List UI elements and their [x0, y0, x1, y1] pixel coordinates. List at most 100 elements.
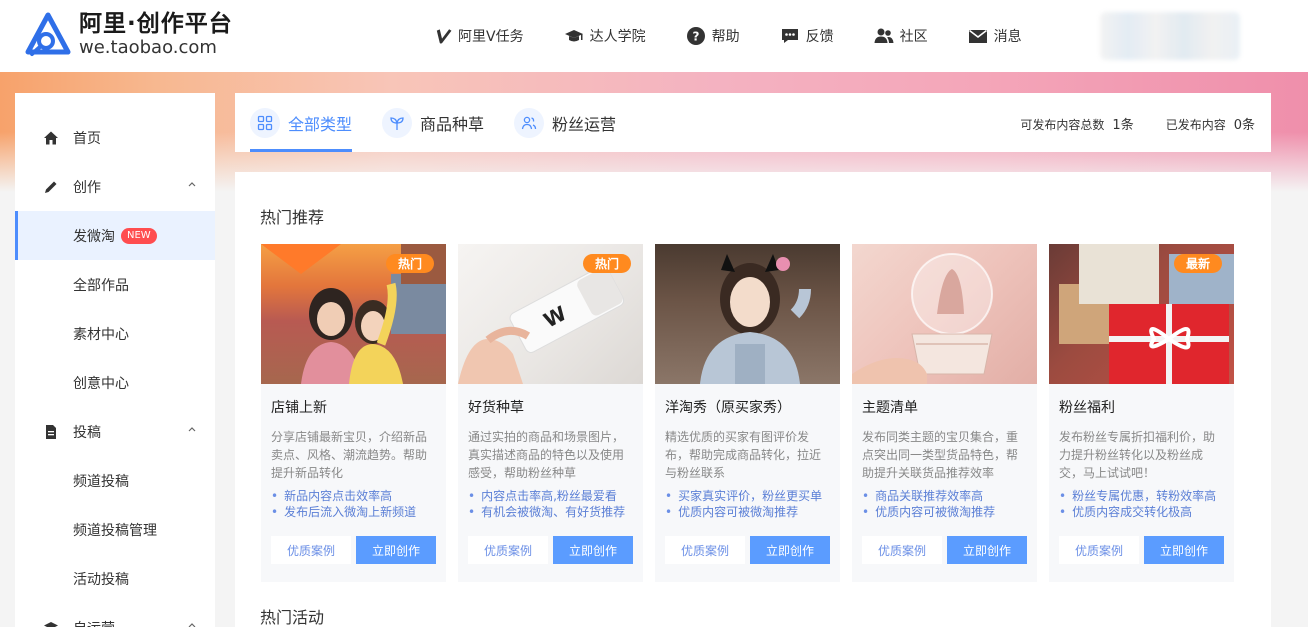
chevron-up-icon: [188, 182, 196, 187]
logo-title: 阿里·创作平台: [79, 11, 233, 38]
nav-messages[interactable]: 消息: [968, 26, 1022, 46]
card-image-good-seeding: W 热门: [458, 244, 643, 384]
template-card-good-seeding[interactable]: W 热门 好货种草 通过实拍的商品和场景图片，真实描述商品的特色以及使用感受，帮…: [458, 244, 643, 582]
card-description: 精选优质的买家有图评价发布，帮助完成商品转化，拉近与粉丝联系: [665, 430, 822, 480]
sidebar-item-submit[interactable]: 投稿: [15, 407, 215, 456]
card-feature-list: 内容点击率高,粉丝最爱看 有机会被微淘、有好货推荐: [468, 488, 643, 520]
nav-community[interactable]: 社区: [874, 26, 928, 46]
card-description: 分享店铺最新宝贝，介绍新品卖点、风格、潮流趋势。帮助提升新品转化: [271, 430, 428, 480]
v-icon: [436, 29, 452, 44]
nav-v-task[interactable]: 阿里V任务: [432, 26, 524, 46]
logo[interactable]: 阿里·创作平台 we.taobao.com: [25, 12, 233, 58]
template-card-shop-new[interactable]: 热门 店铺上新 分享店铺最新宝贝，介绍新品卖点、风格、潮流趋势。帮助提升新品转化…: [261, 244, 446, 582]
tab-label: 全部类型: [288, 114, 353, 134]
sidebar-item-material-center[interactable]: 素材中心: [15, 309, 215, 358]
quality-case-button[interactable]: 优质案例: [1059, 536, 1139, 564]
create-now-button[interactable]: 立即创作: [553, 536, 633, 564]
create-now-button[interactable]: 立即创作: [750, 536, 830, 564]
tab-product-seeding[interactable]: 商品种草: [382, 93, 484, 152]
sprout-icon: [382, 107, 412, 138]
sidebar-item-self-operation[interactable]: 自运营: [15, 603, 215, 627]
document-icon: [43, 424, 59, 440]
sidebar-item-creative-center[interactable]: 创意中心: [15, 358, 215, 407]
sidebar-item-label: 创作: [73, 179, 101, 196]
nav-feedback[interactable]: 反馈: [780, 26, 834, 46]
sidebar-item-channel-submit[interactable]: 频道投稿: [15, 456, 215, 505]
tab-label: 商品种草: [420, 114, 485, 134]
home-icon: [43, 130, 59, 146]
sidebar-item-label: 全部作品: [73, 277, 129, 294]
template-card-buyer-show[interactable]: 洋淘秀（原买家秀） 精选优质的买家有图评价发布，帮助完成商品转化，拉近与粉丝联系…: [655, 244, 840, 582]
nav-label: 消息: [993, 29, 1022, 45]
sidebar-item-post-weitao[interactable]: 发微淘 NEW: [15, 211, 215, 260]
template-card-theme-list[interactable]: 主题清单 发布同类主题的宝贝集合，重点突出同一类型货品特色，帮助提升关联货品推荐…: [852, 244, 1037, 582]
template-card-fan-welfare[interactable]: 最新 粉丝福利 发布粉丝专属折扣福利价，助力提升粉丝转化以及粉丝成交，马上试试吧…: [1049, 244, 1234, 582]
top-nav: 阿里V任务 达人学院 ? 帮助 反馈 社区 消息: [432, 0, 1062, 72]
nav-label: 社区: [899, 29, 928, 45]
quality-case-button[interactable]: 优质案例: [271, 536, 351, 564]
card-feature: 新品内容点击效率高: [271, 488, 446, 504]
card-description: 发布同类主题的宝贝集合，重点突出同一类型货品特色，帮助提升关联货品推荐效率: [862, 430, 1019, 480]
card-feature: 有机会被微淘、有好货推荐: [468, 504, 643, 520]
tab-all-types[interactable]: 全部类型: [250, 93, 352, 152]
tab-label: 粉丝运营: [552, 114, 617, 134]
card-feature: 发布后流入微淘上新频道: [271, 504, 446, 520]
card-feature: 优质内容成交转化极高: [1059, 504, 1234, 520]
help-icon: ?: [686, 27, 705, 45]
card-feature: 买家真实评价，粉丝更买单: [665, 488, 840, 504]
sidebar-item-label: 投稿: [73, 424, 101, 441]
nav-help[interactable]: ? 帮助: [686, 26, 740, 46]
svg-text:?: ?: [692, 30, 699, 44]
sidebar: 首页 创作 发微淘 NEW 全部作品 素材中心 创意中心 投稿 频道投稿 频道投…: [15, 93, 215, 627]
card-title: 粉丝福利: [1059, 400, 1115, 416]
stat-published-label: 已发布内容: [1165, 118, 1226, 132]
sidebar-item-label: 首页: [73, 130, 101, 147]
card-description: 通过实拍的商品和场景图片，真实描述商品的特色以及使用感受，帮助粉丝种草: [468, 430, 625, 480]
quality-case-button[interactable]: 优质案例: [468, 536, 548, 564]
sidebar-item-label: 活动投稿: [73, 571, 129, 588]
mail-icon: [968, 29, 987, 43]
pen-icon: [43, 179, 59, 195]
card-photo: [852, 253, 993, 384]
nav-label: 帮助: [711, 29, 740, 45]
card-feature: 优质内容可被微淘推荐: [665, 504, 840, 520]
user-avatar[interactable]: [1100, 12, 1240, 60]
sidebar-item-home[interactable]: 首页: [15, 113, 215, 162]
quality-case-button[interactable]: 优质案例: [665, 536, 745, 564]
sidebar-item-activity-submit[interactable]: 活动投稿: [15, 554, 215, 603]
nav-academy[interactable]: 达人学院: [564, 26, 646, 46]
sidebar-item-all-works[interactable]: 全部作品: [15, 260, 215, 309]
graduation-cap-icon: [564, 30, 583, 42]
card-feature-list: 粉丝专属优惠，转粉效率高 优质内容成交转化极高: [1059, 488, 1234, 520]
tab-fan-operation[interactable]: 粉丝运营: [514, 93, 616, 152]
card-title: 主题清单: [862, 400, 918, 416]
nav-label: 阿里V任务: [458, 29, 524, 45]
card-title: 洋淘秀（原买家秀）: [665, 400, 791, 416]
sidebar-item-channel-submit-manage[interactable]: 频道投稿管理: [15, 505, 215, 554]
card-description: 发布粉丝专属折扣福利价，助力提升粉丝转化以及粉丝成交，马上试试吧！: [1059, 430, 1216, 480]
layers-icon: [43, 620, 59, 627]
card-tag-new: 最新: [1173, 254, 1222, 273]
card-photo: [700, 254, 811, 384]
card-title: 店铺上新: [271, 400, 327, 416]
card-tag-hot: 热门: [385, 254, 434, 273]
chevron-up-icon: [188, 623, 196, 627]
section-title-hot-recommend: 热门推荐: [260, 208, 325, 227]
sidebar-item-create[interactable]: 创作: [15, 162, 215, 211]
card-feature-list: 商品关联推荐效率高 优质内容可被微淘推荐: [862, 488, 1037, 520]
quality-case-button[interactable]: 优质案例: [862, 536, 942, 564]
sidebar-item-label: 素材中心: [73, 326, 129, 343]
grid-icon: [250, 107, 280, 138]
chevron-up-icon: [188, 427, 196, 432]
create-now-button[interactable]: 立即创作: [356, 536, 436, 564]
nav-label: 反馈: [805, 29, 834, 45]
users-icon: [514, 107, 544, 138]
new-badge: NEW: [121, 227, 157, 244]
card-feature: 优质内容可被微淘推荐: [862, 504, 1037, 520]
card-feature: 粉丝专属优惠，转粉效率高: [1059, 488, 1234, 504]
create-now-button[interactable]: 立即创作: [947, 536, 1027, 564]
sidebar-item-label: 发微淘: [73, 228, 115, 245]
card-image-fan-welfare: 最新: [1049, 244, 1234, 384]
card-title: 好货种草: [468, 400, 524, 416]
create-now-button[interactable]: 立即创作: [1144, 536, 1224, 564]
